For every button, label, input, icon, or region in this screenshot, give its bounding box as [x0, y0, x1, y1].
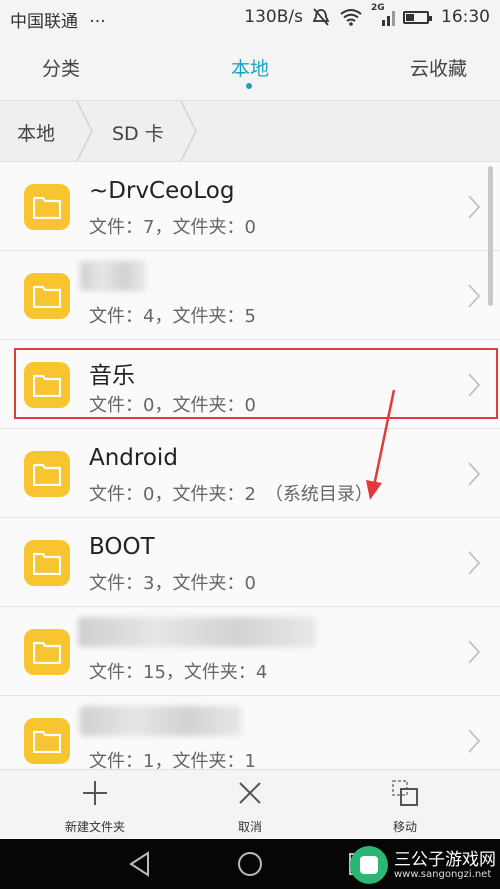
watermark-url: www.sangongzi.net — [394, 868, 492, 880]
network-speed: 130B/s — [244, 7, 303, 27]
file-meta: 文件：4，文件夹：5 — [89, 306, 256, 327]
chevron-right-icon — [468, 729, 480, 753]
list-item[interactable]: 文件：1，文件夹：1 — [0, 696, 500, 769]
breadcrumb-item-local[interactable]: 本地 — [17, 119, 55, 146]
folder-icon — [24, 451, 70, 497]
close-icon — [239, 782, 261, 804]
list-item[interactable]: ~DrvCeoLog 文件：7，文件夹：0 — [0, 162, 500, 251]
folder-icon — [24, 540, 70, 586]
tab-local[interactable]: 本地 — [231, 54, 269, 81]
new-folder-button[interactable]: 新建文件夹 — [45, 778, 145, 835]
file-name: Android — [89, 445, 178, 471]
mute-icon — [312, 8, 330, 26]
watermark: 三公子游戏网 www.sangongzi.net — [350, 845, 496, 885]
list-item[interactable]: BOOT 文件：3，文件夹：0 — [0, 518, 500, 607]
chevron-right-icon — [468, 195, 480, 219]
chevron-right-icon — [468, 373, 480, 397]
folder-icon — [24, 273, 70, 319]
scrollbar[interactable] — [488, 166, 493, 306]
home-icon[interactable] — [237, 851, 263, 877]
file-meta: 文件：1，文件夹：1 — [89, 751, 256, 769]
battery-icon — [403, 10, 432, 24]
chevron-right-icon — [468, 640, 480, 664]
file-meta: 文件：0，文件夹：2 （系统目录） — [89, 484, 373, 505]
active-tab-indicator — [246, 83, 252, 89]
status-right: 130B/s 2G 16:30 — [244, 3, 490, 27]
blurred-file-name — [80, 261, 146, 291]
chevron-right-icon — [468, 551, 480, 575]
blurred-file-name — [78, 617, 316, 647]
plus-icon — [83, 781, 107, 805]
tab-bar: 分类 本地 云收藏 — [0, 36, 500, 100]
folder-icon — [24, 184, 70, 230]
breadcrumb-separator-icon — [76, 101, 93, 161]
watermark-logo-icon — [350, 846, 388, 884]
breadcrumb: 本地 SD 卡 — [0, 100, 500, 162]
cancel-button[interactable]: 取消 — [200, 778, 300, 835]
file-meta: 文件：3，文件夹：0 — [89, 573, 256, 594]
folder-icon — [24, 629, 70, 675]
list-item-music[interactable]: 音乐 文件：0，文件夹：0 — [0, 340, 500, 429]
list-item[interactable]: 文件：15，文件夹：4 — [0, 607, 500, 696]
folder-icon — [24, 362, 70, 408]
cancel-label: 取消 — [237, 820, 262, 834]
wifi-icon — [340, 9, 362, 26]
more-indicator: ··· — [89, 12, 106, 32]
file-list[interactable]: ~DrvCeoLog 文件：7，文件夹：0 文件：4，文件夹：5 音乐 文件：0… — [0, 162, 500, 769]
carrier-label: 中国联通 — [10, 12, 78, 32]
back-icon[interactable] — [128, 851, 152, 877]
blurred-file-name — [80, 706, 242, 736]
file-name: BOOT — [89, 534, 155, 560]
chevron-right-icon — [468, 462, 480, 486]
watermark-title: 三公子游戏网 — [394, 849, 496, 870]
chevron-right-icon — [468, 284, 480, 308]
annotation-arrow-icon — [366, 390, 396, 500]
move-label: 移动 — [392, 820, 417, 834]
action-bar: 新建文件夹 取消 移动 — [0, 769, 500, 839]
breadcrumb-item-sd-card[interactable]: SD 卡 — [112, 119, 164, 146]
file-name: 音乐 — [89, 363, 135, 389]
list-item[interactable]: Android 文件：0，文件夹：2 （系统目录） — [0, 429, 500, 518]
tab-cloud-favorites[interactable]: 云收藏 — [410, 54, 467, 81]
new-folder-label: 新建文件夹 — [64, 820, 125, 834]
signal-icon: 2G — [371, 3, 395, 27]
tab-category[interactable]: 分类 — [42, 54, 80, 81]
status-bar: 中国联通 ··· 130B/s 2G 16:30 — [0, 0, 500, 36]
breadcrumb-separator-icon — [180, 101, 197, 161]
status-left: 中国联通 ··· — [10, 7, 106, 32]
file-meta: 文件：0，文件夹：0 — [89, 395, 256, 416]
file-name: ~DrvCeoLog — [89, 178, 235, 204]
list-item[interactable]: 文件：4，文件夹：5 — [0, 251, 500, 340]
clock: 16:30 — [441, 7, 490, 27]
move-button[interactable]: 移动 — [355, 778, 455, 835]
file-meta: 文件：7，文件夹：0 — [89, 217, 256, 238]
move-icon — [392, 780, 418, 806]
folder-icon — [24, 718, 70, 764]
file-meta: 文件：15，文件夹：4 — [89, 662, 268, 683]
